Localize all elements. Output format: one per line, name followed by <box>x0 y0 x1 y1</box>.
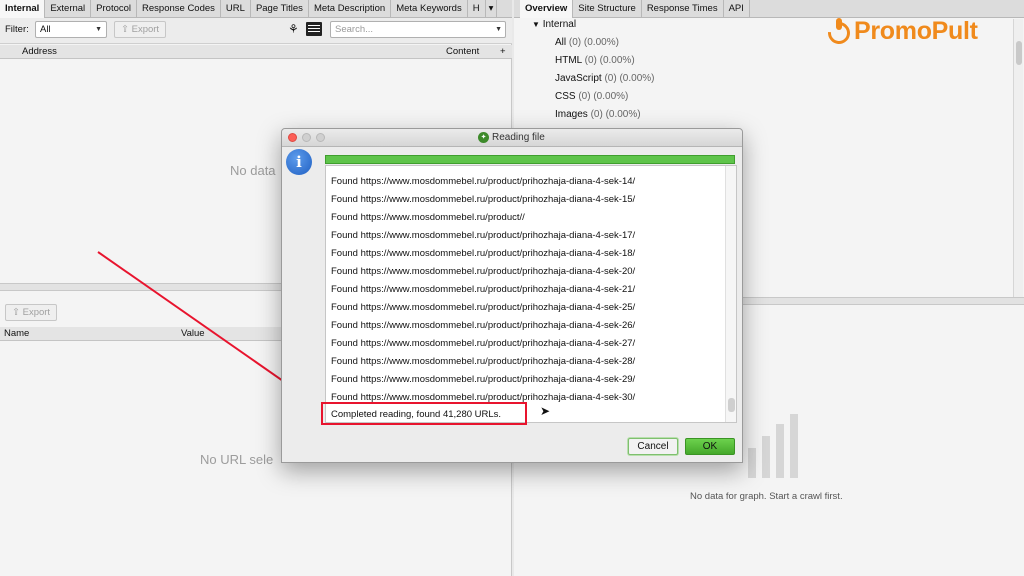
log-line: Found https://www.mosdommebel.ru/product… <box>331 302 636 313</box>
log-line: Found https://www.mosdommebel.ru/product… <box>331 176 636 187</box>
log-line: Found https://www.mosdommebel.ru/product… <box>331 248 636 259</box>
ok-button[interactable]: OK <box>685 438 735 455</box>
mouse-cursor-icon: ➤ <box>540 404 551 418</box>
dialog-titlebar: ✦ Reading file <box>282 129 742 147</box>
log-line: Found https://www.mosdommebel.ru/product… <box>331 194 636 205</box>
zoom-window-button[interactable] <box>316 133 325 142</box>
log-line: Found https://www.mosdommebel.ru/product… <box>331 212 525 223</box>
log-line: Found https://www.mosdommebel.ru/product… <box>331 230 636 241</box>
info-icon: i <box>286 149 312 175</box>
app-icon: ✦ <box>478 132 489 143</box>
progress-bar <box>325 155 735 164</box>
annotation-highlight-box <box>321 402 527 425</box>
log-line: Found https://www.mosdommebel.ru/product… <box>331 356 636 367</box>
reading-file-dialog: ✦ Reading file i Found https://www.mosdo… <box>281 128 743 463</box>
log-scrollbar-thumb[interactable] <box>728 398 735 412</box>
log-line: Found https://www.mosdommebel.ru/product… <box>331 338 636 349</box>
log-line: Found https://www.mosdommebel.ru/product… <box>331 284 636 295</box>
dialog-title: Reading file <box>492 132 545 143</box>
close-window-button[interactable] <box>288 133 297 142</box>
log-list: Found https://www.mosdommebel.ru/product… <box>325 165 737 423</box>
cancel-button[interactable]: Cancel <box>628 438 678 455</box>
log-line: Found https://www.mosdommebel.ru/product… <box>331 266 636 277</box>
log-line: Found https://www.mosdommebel.ru/product… <box>331 374 636 385</box>
minimize-window-button[interactable] <box>302 133 311 142</box>
log-line: Found https://www.mosdommebel.ru/product… <box>331 320 636 331</box>
log-scrollbar[interactable] <box>725 166 736 422</box>
